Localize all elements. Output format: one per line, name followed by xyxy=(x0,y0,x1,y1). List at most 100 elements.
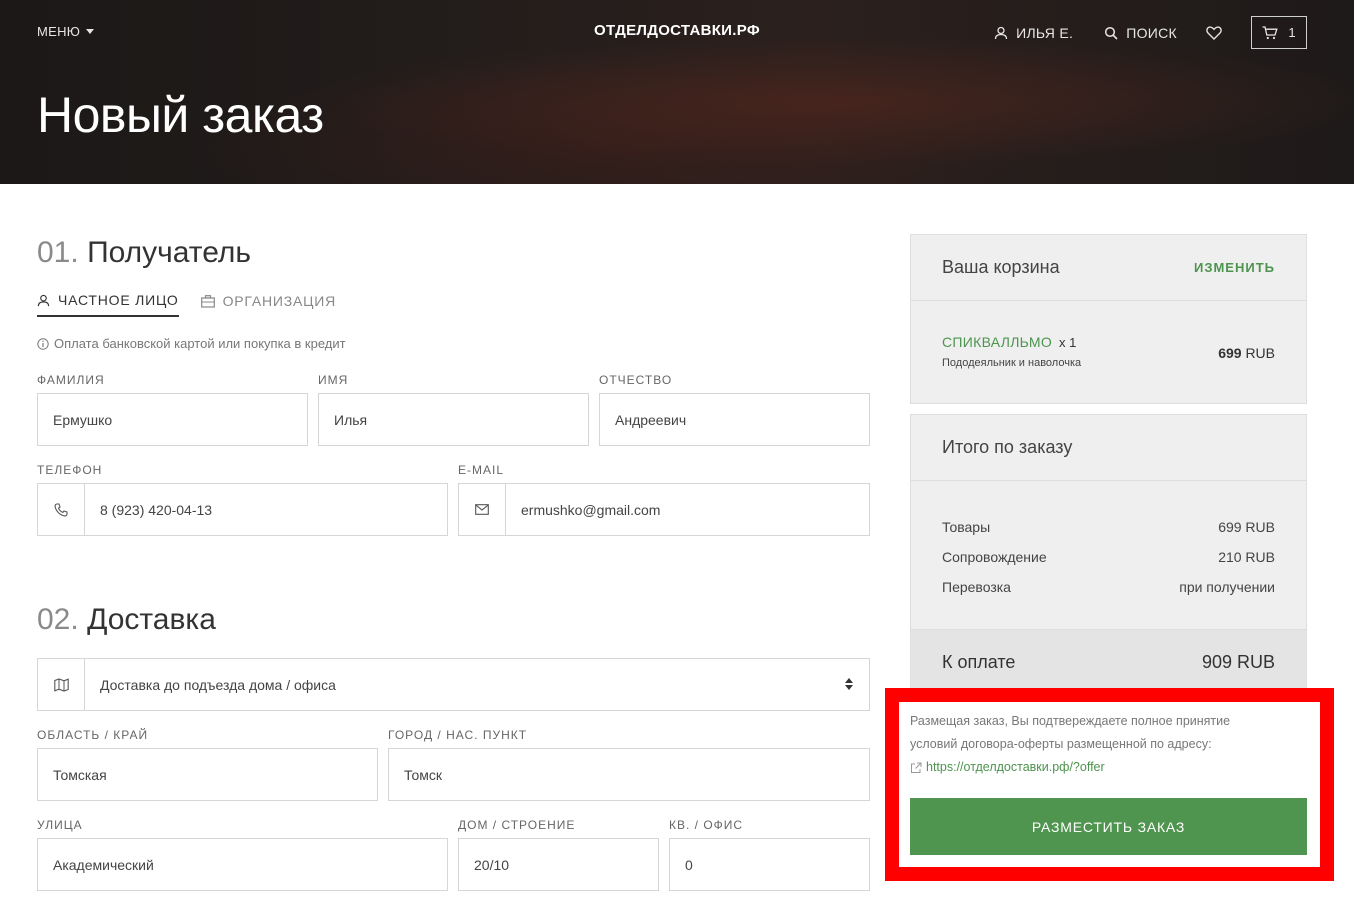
summary-row-value: 210 RUB xyxy=(1218,549,1275,565)
summary-panel-title: Итого по заказу xyxy=(942,437,1073,457)
customer-type-tabs: ЧАСТНОЕ ЛИЦО ОРГАНИЗАЦИЯ xyxy=(37,292,336,317)
phone-label: ТЕЛЕФОН xyxy=(37,463,103,477)
middle-name-label: ОТЧЕСТВО xyxy=(599,373,673,387)
last-name-value: Ермушко xyxy=(53,411,113,428)
payment-note-text: Оплата банковской картой или покупка в к… xyxy=(54,336,346,351)
map-icon-box xyxy=(38,659,85,710)
nav-actions: ИЛЬЯ Е. ПОИСК 1 xyxy=(994,16,1307,49)
email-label: E-MAIL xyxy=(458,463,505,477)
city-label: ГОРОД / НАС. ПУНКТ xyxy=(388,728,528,742)
region-label: ОБЛАСТЬ / КРАЙ xyxy=(37,728,149,742)
phone-icon xyxy=(54,502,68,516)
section-title-text: Доставка xyxy=(87,603,216,636)
info-icon xyxy=(37,337,49,350)
summary-rows: Товары 699 RUB Сопровождение 210 RUB Пер… xyxy=(911,481,1306,629)
payment-note: Оплата банковской картой или покупка в к… xyxy=(37,336,346,351)
last-name-field[interactable]: Ермушко xyxy=(37,393,308,446)
phone-value: 8 (923) 420-04-13 xyxy=(100,501,213,518)
section-number: 02. xyxy=(37,603,79,636)
section-number: 01. xyxy=(37,236,79,269)
top-navigation: МЕНЮ ОТДЕЛДОСТАВКИ.РФ ИЛЬЯ Е. ПОИСК 1 xyxy=(0,0,1354,64)
total-value: 909 RUB xyxy=(1201,652,1275,672)
edit-cart-link[interactable]: ИЗМЕНИТЬ xyxy=(1194,260,1275,275)
first-name-label: ИМЯ xyxy=(318,373,349,387)
phone-field[interactable]: 8 (923) 420-04-13 xyxy=(37,483,448,536)
street-value: Академический xyxy=(53,856,154,873)
cart-item: СПИКВАЛЛЬМО x 1 Пододеяльник и наволочка… xyxy=(911,301,1306,403)
summary-row-label: Сопровождение xyxy=(942,549,1047,565)
summary-row-value: при получении xyxy=(1179,579,1275,595)
apartment-label: КВ. / ОФИС xyxy=(669,818,744,832)
search-icon xyxy=(1105,26,1118,40)
city-value: Томск xyxy=(404,766,442,783)
cart-button[interactable]: 1 xyxy=(1251,16,1307,49)
user-icon xyxy=(37,294,50,306)
email-field[interactable]: ermushko@gmail.com xyxy=(458,483,870,536)
first-name-value: Илья xyxy=(334,411,368,428)
tab-label: ЧАСТНОЕ ЛИЦО xyxy=(58,292,179,308)
tab-label: ОРГАНИЗАЦИЯ xyxy=(222,293,337,309)
apartment-field[interactable]: 0 xyxy=(669,838,870,891)
last-name-label: ФАМИЛИЯ xyxy=(37,373,105,387)
terms-line-1: Размещая заказ, Вы подтвереждаете полное… xyxy=(910,714,1231,728)
street-field[interactable]: Академический xyxy=(37,838,448,891)
cart-count: 1 xyxy=(1288,25,1296,40)
cart-item-name[interactable]: СПИКВАЛЛЬМО xyxy=(942,334,1052,350)
summary-row: Сопровождение 210 RUB xyxy=(942,542,1275,572)
tab-individual[interactable]: ЧАСТНОЕ ЛИЦО xyxy=(37,292,179,317)
search-link[interactable]: ПОИСК xyxy=(1104,25,1177,41)
cart-panel-title: Ваша корзина xyxy=(942,257,1060,277)
total-label: К оплате xyxy=(942,652,1016,672)
select-arrows-icon xyxy=(845,678,853,690)
apartment-value: 0 xyxy=(685,856,693,873)
delivery-method-select[interactable]: Доставка до подъезда дома / офиса xyxy=(37,658,870,711)
external-link-icon xyxy=(911,762,922,773)
summary-row: Товары 699 RUB xyxy=(942,512,1275,542)
section-title-text: Получатель xyxy=(87,236,252,269)
user-account-link[interactable]: ИЛЬЯ Е. xyxy=(994,25,1073,41)
house-value: 20/10 xyxy=(474,856,510,873)
email-icon-box xyxy=(459,484,506,535)
middle-name-value: Андреевич xyxy=(615,411,687,428)
cart-panel-header: Ваша корзина ИЗМЕНИТЬ xyxy=(911,235,1306,301)
phone-icon-box xyxy=(38,484,85,535)
tab-organization[interactable]: ОРГАНИЗАЦИЯ xyxy=(200,292,337,317)
hero-banner: МЕНЮ ОТДЕЛДОСТАВКИ.РФ ИЛЬЯ Е. ПОИСК 1 Но… xyxy=(0,0,1354,184)
map-icon xyxy=(53,677,69,692)
recipient-section-title: 01. Получатель xyxy=(37,236,251,270)
order-summary-panel: Итого по заказу Товары 699 RUB Сопровожд… xyxy=(910,414,1307,696)
cart-item-price-currency: RUB xyxy=(1245,345,1275,361)
house-field[interactable]: 20/10 xyxy=(458,838,659,891)
cart-item-qty: x 1 xyxy=(1059,335,1077,350)
delivery-method-value: Доставка до подъезда дома / офиса xyxy=(100,676,336,693)
heart-icon xyxy=(1206,25,1222,40)
user-name: ИЛЬЯ Е. xyxy=(1016,24,1074,41)
first-name-field[interactable]: Илья xyxy=(318,393,589,446)
region-value: Томская xyxy=(53,766,107,783)
house-label: ДОМ / СТРОЕНИЕ xyxy=(458,818,576,832)
search-label: ПОИСК xyxy=(1126,24,1177,41)
region-field[interactable]: Томская xyxy=(37,748,378,801)
city-field[interactable]: Томск xyxy=(388,748,870,801)
cart-item-description: Пододеяльник и наволочка xyxy=(942,357,1082,369)
cart-icon xyxy=(1262,25,1279,39)
place-order-button[interactable]: РАЗМЕСТИТЬ ЗАКАЗ xyxy=(910,798,1307,855)
briefcase-icon xyxy=(200,294,215,308)
email-value: ermushko@gmail.com xyxy=(521,501,661,518)
user-icon xyxy=(994,26,1008,39)
total-row: К оплате 909 RUB xyxy=(911,629,1306,695)
terms-line-2: условий договора-оферты размещенной по а… xyxy=(910,737,1212,751)
offer-link[interactable]: https://отделдоставки.рф/?offer xyxy=(910,756,1307,779)
cart-item-price: 699 RUB xyxy=(1218,345,1275,361)
summary-panel-header: Итого по заказу xyxy=(911,415,1306,481)
offer-link-text: https://отделдоставки.рф/?offer xyxy=(926,760,1105,774)
page-title: Новый заказ xyxy=(37,87,324,143)
summary-row-value: 699 RUB xyxy=(1218,519,1275,535)
summary-row-label: Товары xyxy=(942,519,991,535)
wishlist-link[interactable] xyxy=(1206,25,1222,40)
offer-terms: Размещая заказ, Вы подтвереждаете полное… xyxy=(910,710,1307,779)
middle-name-field[interactable]: Андреевич xyxy=(599,393,870,446)
envelope-icon xyxy=(475,504,489,515)
cart-item-price-amount: 699 xyxy=(1218,345,1242,361)
cart-panel: Ваша корзина ИЗМЕНИТЬ СПИКВАЛЛЬМО x 1 По… xyxy=(910,234,1307,404)
